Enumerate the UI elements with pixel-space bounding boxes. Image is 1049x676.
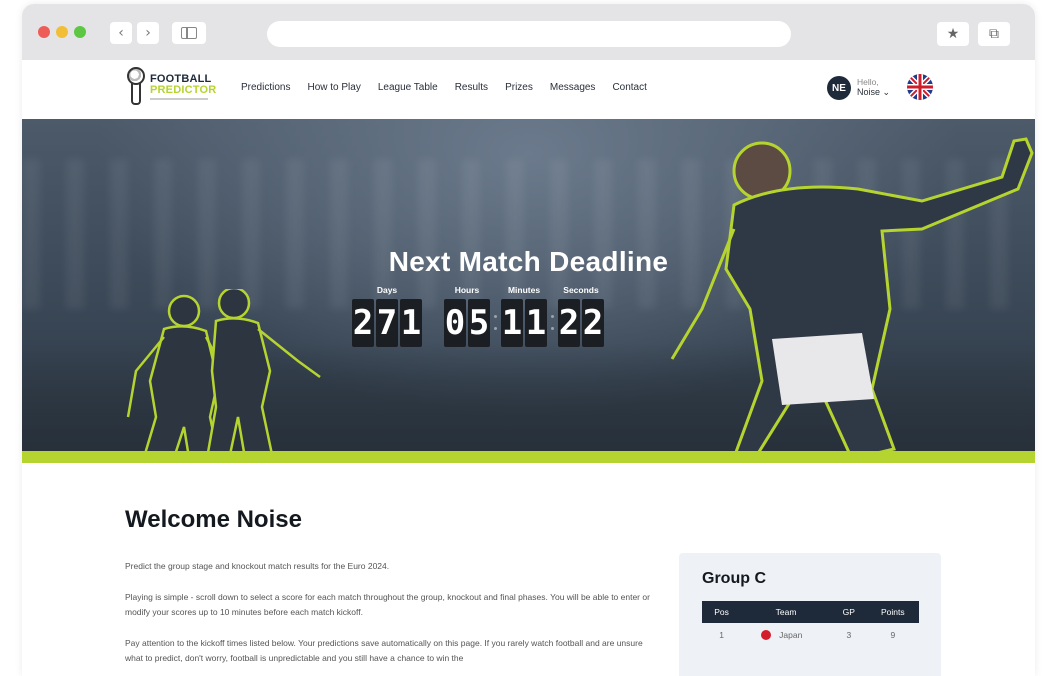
welcome-heading: Welcome Noise: [125, 506, 302, 533]
language-flag-icon[interactable]: [907, 74, 933, 100]
sidebar-icon: [181, 27, 197, 39]
minutes-digit: 1: [501, 299, 523, 347]
avatar: NE: [827, 76, 851, 100]
days-label: Days: [376, 285, 398, 295]
countdown-hours: Hours 0 5: [444, 285, 490, 347]
site-header: FOOTBALL PREDICTOR Predictions How to Pl…: [22, 60, 1035, 119]
column-header: GP: [830, 601, 867, 623]
trophy-icon: [126, 67, 146, 107]
countdown-minutes: Minutes 1 1: [501, 285, 547, 347]
nav-prizes[interactable]: Prizes: [505, 82, 533, 93]
logo-line2: PREDICTOR: [150, 83, 217, 96]
countdown-timer: Days 2 7 1 Hours 0 5 Minutes 1 1 Seconds…: [352, 285, 604, 347]
points-cell: 9: [890, 630, 896, 640]
back-button[interactable]: ‹: [110, 22, 132, 44]
browser-window: ‹ › ★ ⧉ FOOTBALL PREDICTOR Predictions H…: [22, 4, 1035, 676]
seconds-label: Seconds: [563, 285, 599, 295]
player-illustration-right: [670, 137, 1034, 463]
logo-line1: FOOTBALL: [150, 72, 212, 85]
bookmark-button[interactable]: ★: [937, 22, 969, 46]
players-illustration-left: [126, 289, 321, 463]
days-digit: 2: [352, 299, 374, 347]
main-nav: Predictions How to Play League Table Res…: [241, 82, 647, 93]
tabs-button[interactable]: ⧉: [978, 22, 1010, 46]
hours-label: Hours: [454, 285, 480, 295]
days-digit: 7: [376, 299, 398, 347]
column-header: Points: [866, 601, 919, 623]
tabs-icon: ⧉: [989, 26, 999, 42]
minimize-window-button[interactable]: [56, 26, 68, 38]
forward-button[interactable]: ›: [137, 22, 159, 44]
japan-flag-icon: [761, 630, 772, 640]
kickoff-paragraph: Pay attention to the kickoff times liste…: [125, 638, 643, 663]
hours-digit: 0: [444, 299, 466, 347]
column-header: Pos: [702, 601, 742, 623]
address-bar[interactable]: [267, 21, 791, 47]
nav-predictions[interactable]: Predictions: [241, 82, 290, 93]
nav-results[interactable]: Results: [455, 82, 488, 93]
main-content: Welcome Noise Predict the group stage an…: [22, 463, 1035, 676]
group-title: Group C: [702, 570, 766, 587]
table-header-row: Pos Team GP Points: [702, 601, 919, 623]
sidebar-toggle-button[interactable]: [172, 22, 206, 44]
minutes-label: Minutes: [507, 285, 541, 295]
chevron-left-icon: ‹: [118, 25, 124, 41]
nav-messages[interactable]: Messages: [550, 82, 596, 93]
window-controls: [38, 26, 86, 38]
nav-contact[interactable]: Contact: [612, 82, 646, 93]
minutes-digit: 1: [525, 299, 547, 347]
maximize-window-button[interactable]: [74, 26, 86, 38]
colon-separator: [490, 299, 501, 347]
nav-league-table[interactable]: League Table: [378, 82, 438, 93]
countdown-seconds: Seconds 2 2: [558, 285, 604, 347]
table-row: 1 Japan 3 9: [702, 623, 919, 647]
browser-toolbar: ‹ › ★ ⧉: [22, 4, 1035, 60]
accent-stripe: [22, 451, 1035, 463]
team-cell: Japan: [779, 630, 803, 640]
intro-paragraph: Predict the group stage and knockout mat…: [125, 561, 390, 571]
days-digit: 1: [400, 299, 422, 347]
column-header: Team: [741, 601, 831, 623]
site-logo[interactable]: FOOTBALL PREDICTOR: [126, 67, 216, 107]
seconds-digit: 2: [582, 299, 604, 347]
countdown-days: Days 2 7 1: [352, 285, 422, 347]
user-name-dropdown[interactable]: Noise ⌄: [857, 87, 890, 98]
close-window-button[interactable]: [38, 26, 50, 38]
group-table: Pos Team GP Points 1 Japan 3 9: [702, 601, 919, 647]
hero-banner: Next Match Deadline Days 2 7 1 Hours 0 5: [22, 119, 1035, 463]
hours-digit: 5: [468, 299, 490, 347]
user-menu[interactable]: NE Hello, Noise ⌄: [827, 76, 890, 100]
star-icon: ★: [946, 26, 960, 42]
colon-separator: [547, 299, 558, 347]
nav-how-to-play[interactable]: How to Play: [307, 82, 360, 93]
pos-cell: 1: [719, 630, 724, 640]
rules-paragraph: Playing is simple - scroll down to selec…: [125, 592, 650, 617]
gp-cell: 3: [846, 630, 852, 640]
seconds-digit: 2: [558, 299, 580, 347]
group-standings-card: Group C Pos Team GP Points 1 Japan 3 9: [679, 553, 941, 676]
chevron-right-icon: ›: [145, 25, 151, 41]
deadline-title: Next Match Deadline: [388, 246, 669, 277]
